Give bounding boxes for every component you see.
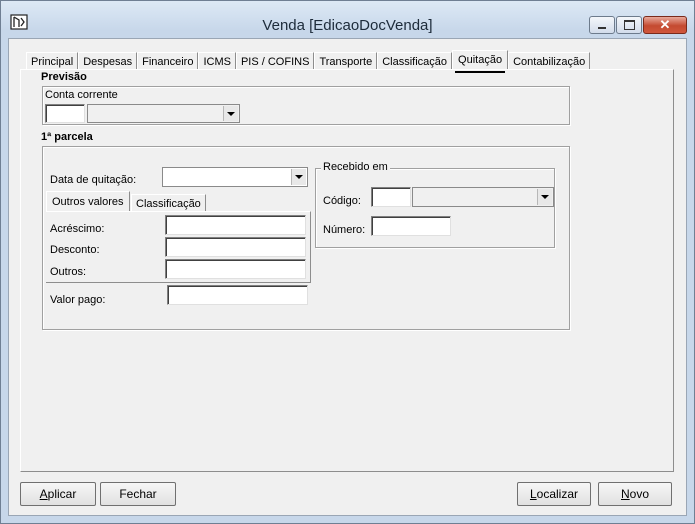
previsao-heading: Previsão [41,71,87,83]
localizar-hotkey: L [529,487,537,501]
numero-label: Número: [323,224,366,236]
tab-classificacao[interactable]: Classificação [377,52,453,70]
acrescimo-input[interactable] [165,215,306,235]
subtab-outros-valores[interactable]: Outros valores [46,191,130,211]
title-bar[interactable]: Venda [EdicaoDocVenda] ✕ [1,1,694,35]
chevron-down-icon[interactable] [291,169,306,185]
tab-quitacao-label: Quitação [458,54,503,66]
tab-strip: Principal Despesas Financeiro ICMS PIS /… [26,50,591,73]
novo-hotkey: N [620,487,630,501]
tab-financeiro[interactable]: Financeiro [137,52,199,70]
subtab-classificacao[interactable]: Classificação [131,194,206,212]
novo-label: ovo [629,487,650,501]
client-area: Principal Despesas Financeiro ICMS PIS /… [8,38,687,516]
aplicar-hotkey: A [39,487,48,501]
data-quitacao-label: Data de quitação: [50,174,137,186]
tab-panel-quitacao: Previsão Conta corrente 1ª parcela Data … [20,69,674,472]
previsao-group: Conta corrente [42,86,570,125]
data-quitacao-picker[interactable] [162,167,308,187]
localizar-button[interactable]: Localizar [517,482,591,506]
codigo-label: Código: [323,195,361,207]
maximize-button[interactable] [616,16,642,34]
tab-contabilizacao[interactable]: Contabilização [508,52,591,70]
recebido-em-group: Recebido em Código: Número: [315,161,555,248]
aplicar-label: plicar [47,487,77,501]
codigo-input[interactable] [371,187,411,207]
valor-pago-input[interactable] [167,285,308,305]
localizar-label: ocalizar [536,487,579,501]
outros-label: Outros: [50,266,87,278]
conta-corrente-code-input[interactable] [45,104,85,123]
tab-despesas[interactable]: Despesas [78,52,138,70]
valor-pago-label: Valor pago: [50,294,106,306]
conta-corrente-label: Conta corrente [45,89,118,101]
acrescimo-label: Acréscimo: [50,223,105,235]
codigo-select[interactable] [412,187,554,207]
fechar-button[interactable]: Fechar [100,482,176,506]
tab-quitacao[interactable]: Quitação [452,50,509,73]
tab-principal[interactable]: Principal [26,52,79,70]
aplicar-button[interactable]: Aplicar [20,482,96,506]
chevron-down-icon[interactable] [537,189,552,205]
desconto-label: Desconto: [50,244,100,256]
tab-pis-cofins[interactable]: PIS / COFINS [235,52,315,70]
minimize-icon [598,27,606,29]
outros-input[interactable] [165,259,306,279]
maximize-icon [623,20,635,30]
outros-valores-panel: Acréscimo: Desconto: Outros: [46,211,311,283]
novo-button[interactable]: Novo [598,482,672,506]
close-icon: ✕ [659,17,671,32]
conta-corrente-select[interactable] [87,104,240,123]
minimize-button[interactable] [589,16,615,34]
recebido-em-title: Recebido em [321,161,390,173]
tab-icms[interactable]: ICMS [198,52,236,70]
numero-input[interactable] [371,216,451,236]
close-button[interactable]: ✕ [643,16,687,34]
desconto-input[interactable] [165,237,306,257]
tab-transporte[interactable]: Transporte [314,52,378,70]
window: Venda [EdicaoDocVenda] ✕ Principal Despe… [0,0,695,524]
parcela-group: Data de quitação: Outros valores Classif… [42,146,570,330]
chevron-down-icon[interactable] [223,106,238,121]
parcela-heading: 1ª parcela [41,131,93,143]
